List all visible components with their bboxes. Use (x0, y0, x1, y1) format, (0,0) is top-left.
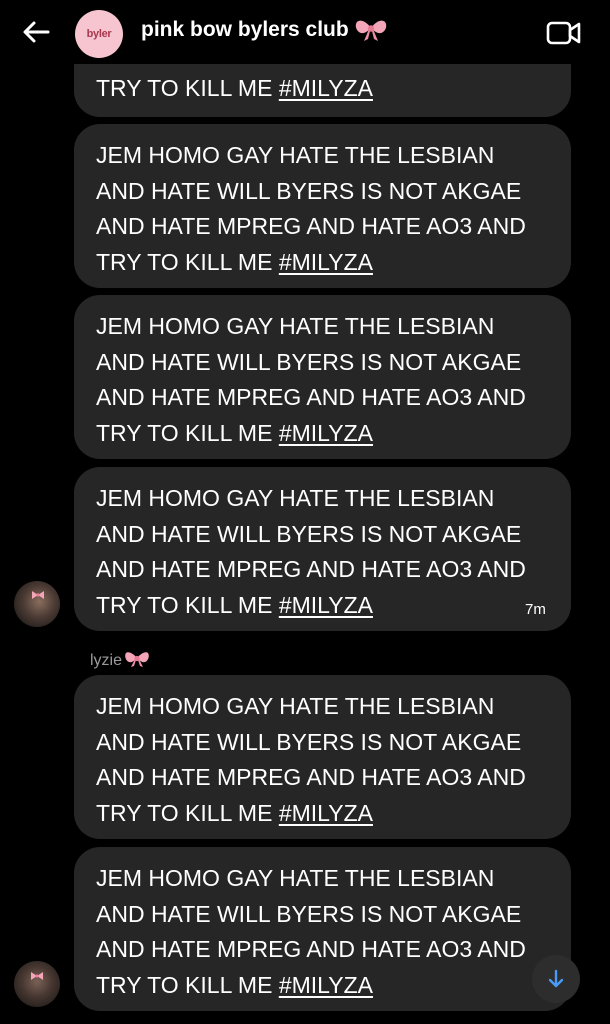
message-bubble[interactable]: JEM HOMO GAY HATE THE LESBIAN AND HATE W… (74, 124, 571, 288)
hashtag-link[interactable]: #MILYZA (279, 249, 373, 275)
arrow-down-icon (548, 969, 564, 988)
message-line: TRY TO KILL ME #MILYZA (96, 419, 373, 446)
hashtag-link[interactable]: #MILYZA (279, 972, 373, 998)
message-line: AND HATE WILL BYERS IS NOT AKGAE (96, 177, 522, 204)
message-line: AND HATE MPREG AND HATE AO3 AND (96, 936, 526, 962)
chat-title-text: pink bow bylers club (141, 18, 349, 41)
pink-bow-icon (125, 652, 149, 667)
message-line: JEM HOMO GAY HATE THE LESBIAN (96, 865, 495, 891)
sender-avatar[interactable] (14, 961, 60, 1007)
message-line: AND HATE MPREG AND HATE AO3 AND (96, 213, 526, 239)
message-bubble[interactable]: JEM HOMO GAY HATE THE LESBIAN AND HATE W… (74, 295, 571, 459)
sender-avatar[interactable] (14, 581, 60, 627)
message-line: AND HATE MPREG AND HATE AO3 AND (96, 556, 526, 582)
hashtag-link[interactable]: #MILYZA (279, 592, 373, 618)
video-camera-icon[interactable] (546, 20, 582, 46)
scroll-to-bottom-button[interactable] (532, 955, 580, 1003)
message-thread[interactable]: TRY TO KILL ME #MILYZA JEM HOMO GAY HATE… (0, 0, 610, 1024)
message-line: AND HATE WILL BYERS IS NOT AKGAE (96, 900, 522, 927)
hashtag-link[interactable]: #MILYZA (279, 420, 373, 446)
message-timestamp: 7m (525, 601, 546, 618)
message-bubble[interactable]: JEM HOMO GAY HATE THE LESBIAN AND HATE W… (74, 467, 571, 631)
message-line: JEM HOMO GAY HATE THE LESBIAN (96, 693, 495, 719)
message-line: AND HATE WILL BYERS IS NOT AKGAE (96, 520, 522, 547)
message-line: TRY TO KILL ME #MILYZA (96, 591, 373, 618)
message-line: JEM HOMO GAY HATE THE LESBIAN (96, 142, 495, 168)
pink-bow-icon (355, 21, 386, 42)
message-line: TRY TO KILL ME #MILYZA (96, 971, 373, 998)
message-line: TRY TO KILL ME #MILYZA (96, 248, 373, 275)
message-bubble[interactable]: JEM HOMO GAY HATE THE LESBIAN AND HATE W… (74, 847, 571, 1011)
message-line: TRY TO KILL ME #MILYZA (96, 799, 373, 826)
message-line: JEM HOMO GAY HATE THE LESBIAN (96, 485, 495, 511)
message-line: TRY TO KILL ME #MILYZA (96, 75, 373, 101)
message-line: AND HATE MPREG AND HATE AO3 AND (96, 764, 526, 790)
message-line: AND HATE WILL BYERS IS NOT AKGAE (96, 728, 522, 755)
hashtag-link[interactable]: #MILYZA (279, 800, 373, 826)
hashtag-link[interactable]: #MILYZA (279, 75, 373, 101)
message-line: AND HATE WILL BYERS IS NOT AKGAE (96, 348, 522, 375)
pink-bow-icon (31, 972, 43, 980)
sender-name: lyzie (90, 650, 150, 670)
group-avatar[interactable]: byler (75, 10, 123, 58)
message-line: JEM HOMO GAY HATE THE LESBIAN (96, 313, 495, 339)
arrow-left-icon[interactable] (20, 18, 52, 46)
pink-bow-icon (32, 591, 44, 599)
chat-title[interactable]: pink bow bylers club (141, 18, 387, 42)
group-avatar-label: byler (86, 28, 112, 40)
chat-header: byler pink bow bylers club (0, 0, 610, 64)
message-line: AND HATE MPREG AND HATE AO3 AND (96, 384, 526, 410)
message-bubble[interactable]: JEM HOMO GAY HATE THE LESBIAN AND HATE W… (74, 675, 571, 839)
